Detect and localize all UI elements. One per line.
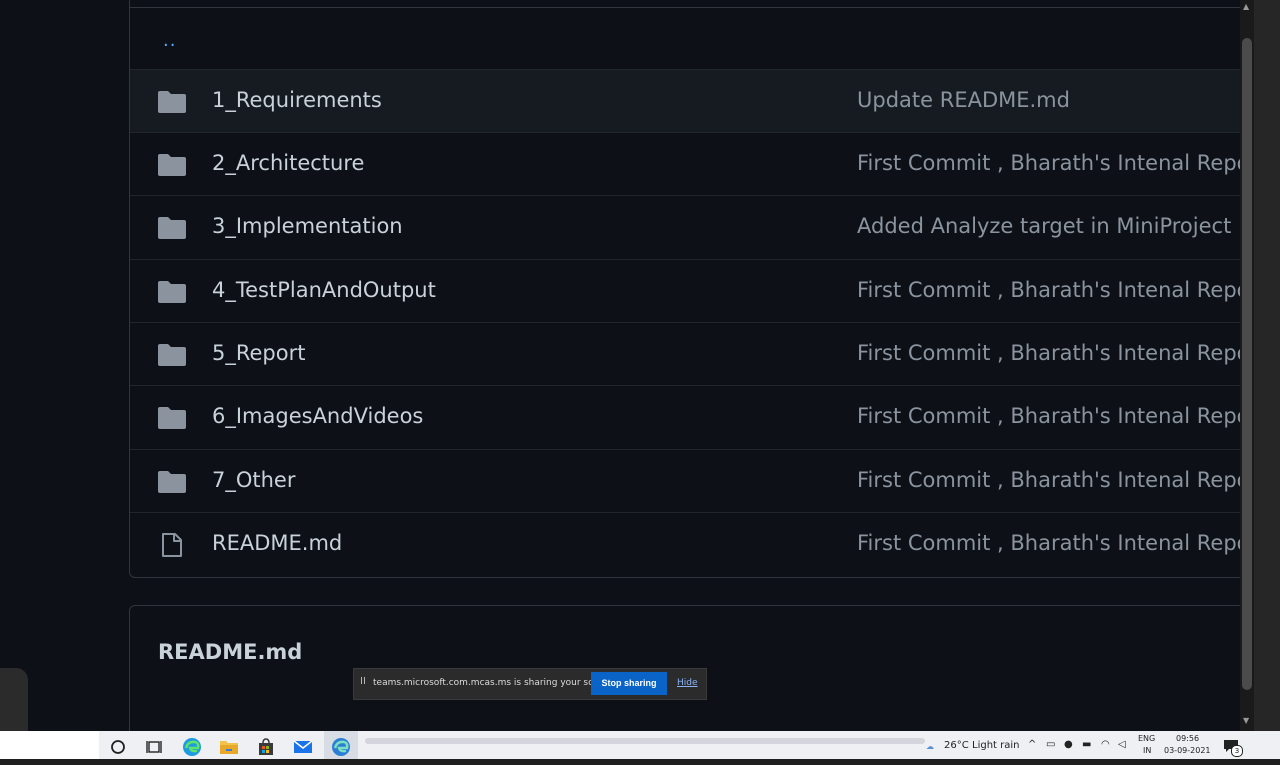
file-name-link[interactable]: 7_Other — [212, 468, 296, 492]
file-row[interactable]: 1_Requirements Update README.md — [130, 69, 1240, 133]
commit-message-link[interactable]: First Commit , Bharath's Intenal Repo — [857, 341, 1240, 365]
cortana-icon[interactable] — [107, 736, 129, 758]
file-row[interactable]: 7_Other First Commit , Bharath's Intenal… — [130, 449, 1240, 513]
file-name-link[interactable]: 2_Architecture — [212, 151, 364, 175]
folder-icon — [158, 154, 186, 176]
folder-icon — [158, 217, 186, 239]
commit-message-link[interactable]: First Commit , Bharath's Intenal Repo — [857, 404, 1240, 428]
edge-icon[interactable] — [181, 736, 203, 758]
file-icon — [162, 533, 182, 557]
screen-bottom-edge — [0, 759, 1280, 765]
folder-icon — [158, 281, 186, 303]
page-scrollbar[interactable]: ▲ ▼ — [1240, 0, 1254, 731]
commit-message-link[interactable]: First Commit , Bharath's Intenal Repo — [857, 531, 1240, 555]
edge-dev-icon[interactable] — [330, 736, 352, 758]
file-name-link[interactable]: README.md — [212, 531, 342, 555]
mail-icon[interactable] — [292, 736, 314, 758]
parent-directory-row[interactable]: .. — [130, 7, 1240, 70]
parent-directory-link[interactable]: .. — [163, 30, 176, 51]
stop-sharing-button[interactable]: Stop sharing — [591, 672, 667, 695]
file-row[interactable]: 5_Report First Commit , Bharath's Intena… — [130, 322, 1240, 386]
file-row[interactable]: README.md First Commit , Bharath's Inten… — [130, 512, 1240, 576]
folder-icon — [158, 407, 186, 429]
window-edge — [1254, 0, 1280, 731]
file-name-link[interactable]: 6_ImagesAndVideos — [212, 404, 423, 428]
commit-message-link[interactable]: First Commit , Bharath's Intenal Repo — [857, 468, 1240, 492]
taskbar-search-area[interactable] — [0, 731, 99, 760]
share-status-text: teams.microsoft.com.mcas.ms is sharing y… — [373, 678, 617, 688]
readme-title: README.md — [158, 640, 303, 664]
show-hidden-icons-icon[interactable]: ^ — [1028, 739, 1036, 750]
notification-count-badge: 3 — [1231, 745, 1243, 757]
meet-now-icon[interactable]: ▭ — [1046, 739, 1055, 750]
file-name-link[interactable]: 5_Report — [212, 341, 305, 365]
wifi-icon[interactable]: ◠ — [1101, 739, 1110, 750]
file-name-link[interactable]: 1_Requirements — [212, 88, 382, 112]
screen-share-notification: II teams.microsoft.com.mcas.ms is sharin… — [353, 668, 707, 700]
language-line1[interactable]: ENG — [1138, 734, 1155, 743]
commit-message-link[interactable]: First Commit , Bharath's Intenal Repo — [857, 151, 1240, 175]
weather-condition[interactable]: Light rain — [972, 740, 1020, 751]
file-name-link[interactable]: 3_Implementation — [212, 214, 403, 238]
folder-icon — [158, 471, 186, 493]
folder-icon — [158, 344, 186, 366]
github-repo-page: .. 1_Requirements Update README.md 2_Arc… — [0, 0, 1240, 731]
file-explorer-icon[interactable] — [218, 736, 240, 758]
file-row[interactable]: 4_TestPlanAndOutput First Commit , Bhara… — [130, 259, 1240, 323]
file-name-link[interactable]: 4_TestPlanAndOutput — [212, 278, 436, 302]
battery-icon[interactable]: ▬ — [1082, 739, 1091, 750]
microphone-icon[interactable]: ● — [1064, 739, 1073, 750]
file-row[interactable]: 3_Implementation Added Analyze target in… — [130, 195, 1240, 259]
store-icon[interactable] — [255, 736, 277, 758]
folder-icon — [158, 91, 186, 113]
commit-message-link[interactable]: First Commit , Bharath's Intenal Repo — [857, 278, 1240, 302]
clock-date[interactable]: 03-09-2021 — [1164, 746, 1211, 755]
scroll-down-icon[interactable]: ▼ — [1243, 716, 1249, 725]
commit-message-link[interactable]: Added Analyze target in MiniProject — [857, 214, 1231, 238]
weather-temp[interactable]: 26°C — [944, 740, 969, 751]
volume-icon[interactable]: ◁ — [1118, 739, 1126, 750]
drag-handle-icon[interactable]: II — [360, 676, 366, 687]
commit-message-link[interactable]: Update README.md — [857, 88, 1070, 112]
weather-icon[interactable]: ☁ — [926, 742, 934, 751]
clock-time[interactable]: 09:56 — [1176, 734, 1199, 743]
file-row[interactable]: 2_Architecture First Commit , Bharath's … — [130, 132, 1240, 196]
language-line2[interactable]: IN — [1143, 746, 1151, 755]
file-row[interactable]: 6_ImagesAndVideos First Commit , Bharath… — [130, 385, 1240, 449]
file-list-box: .. 1_Requirements Update README.md 2_Arc… — [129, 0, 1240, 578]
scrollbar-thumb[interactable] — [1242, 38, 1252, 690]
action-center-icon[interactable]: 3 — [1222, 737, 1243, 757]
scroll-up-icon[interactable]: ▲ — [1243, 2, 1249, 11]
task-view-icon[interactable] — [143, 736, 165, 758]
taskbar-overflow-track[interactable] — [365, 738, 925, 744]
hide-link[interactable]: Hide — [677, 678, 698, 688]
